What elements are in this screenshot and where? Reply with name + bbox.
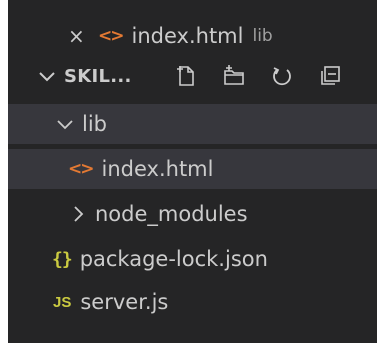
tree-file-package-lock[interactable]: {} package-lock.json <box>8 239 377 279</box>
open-editor-folder-hint: lib <box>252 26 273 46</box>
tree-file-server-js[interactable]: JS server.js <box>8 282 377 322</box>
tree-item-label: node_modules <box>95 202 248 226</box>
tree-folder-lib[interactable]: lib <box>8 104 377 144</box>
chevron-down-icon[interactable] <box>36 65 58 87</box>
explorer-title: SKIL... <box>64 65 132 87</box>
new-file-icon[interactable] <box>174 64 198 88</box>
json-file-icon: {} <box>52 248 73 270</box>
collapse-all-icon[interactable] <box>318 64 342 88</box>
new-folder-icon[interactable] <box>222 64 246 88</box>
screenshot-frame: × <> index.html lib SKIL... lib <> index… <box>0 0 389 343</box>
close-icon[interactable]: × <box>68 26 85 46</box>
explorer-section-header[interactable]: SKIL... <box>8 56 377 96</box>
explorer-panel: × <> index.html lib SKIL... lib <> index… <box>8 0 377 343</box>
chevron-right-icon <box>67 203 89 225</box>
refresh-icon[interactable] <box>270 64 294 88</box>
open-editor-filename: index.html <box>131 24 244 48</box>
tree-folder-node-modules[interactable]: node_modules <box>8 194 377 234</box>
tree-item-label: server.js <box>80 290 169 314</box>
chevron-down-icon <box>54 113 76 135</box>
tree-item-label: lib <box>82 112 107 136</box>
open-editor-item[interactable]: × <> index.html lib <box>8 16 377 56</box>
js-file-icon: JS <box>53 293 72 311</box>
tree-item-label: package-lock.json <box>79 247 268 271</box>
explorer-toolbar <box>174 64 366 88</box>
tree-file-index-html[interactable]: <> index.html <box>8 149 377 189</box>
html-file-icon: <> <box>98 26 124 46</box>
tree-item-label: index.html <box>101 157 214 181</box>
html-file-icon: <> <box>68 159 94 179</box>
